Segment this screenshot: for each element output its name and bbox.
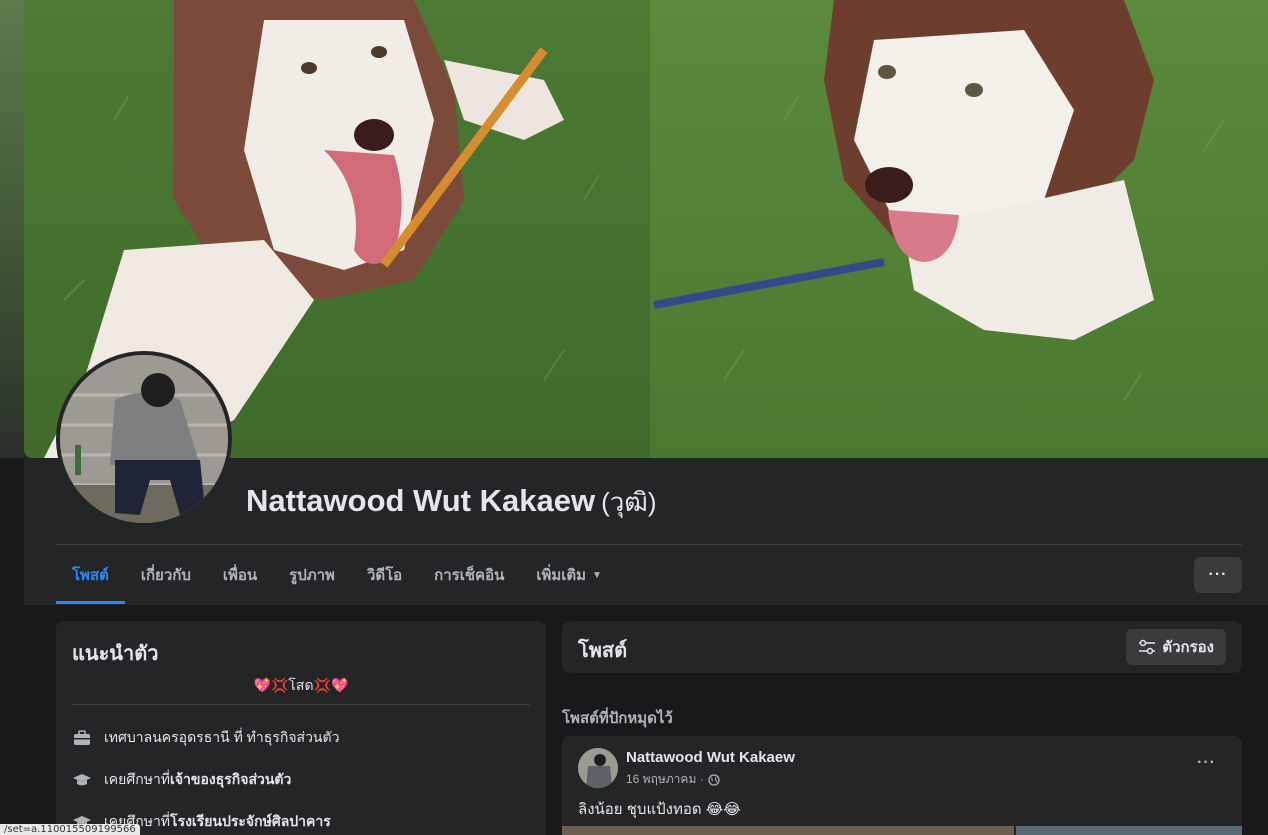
post-text: ลิงน้อย ชุบแป้งทอด 😂😂 [578,801,741,818]
sliders-icon [1138,639,1156,655]
graduation-cap-icon [72,770,92,790]
post-author-avatar[interactable] [578,748,618,788]
tab-posts[interactable]: โพสต์ [56,546,125,604]
filter-label: ตัวกรอง [1162,639,1214,656]
tab-label: เพิ่มเติม [536,567,587,584]
intro-card: แนะนำตัว 💖💢โสด💢💖 เทศบาลนครอุดรธานี ที่ ท… [56,621,546,835]
caret-down-icon: ▼ [592,569,602,581]
profile-avatar[interactable] [56,351,232,527]
tab-label: วิดีโอ [366,567,403,584]
tab-label: การเช็คอิน [434,567,505,584]
profile-more-button[interactable]: ··· [1194,557,1242,593]
post-photo[interactable] [1016,826,1242,835]
tab-label: เกี่ยวกับ [140,567,191,584]
tab-about[interactable]: เกี่ยวกับ [125,546,207,604]
status-bar-url: /set=a.110015509199566 [0,824,140,835]
tab-label: รูปภาพ [289,567,335,584]
tab-checkins[interactable]: การเช็คอิน [418,546,520,604]
tab-label: โพสต์ [72,567,109,584]
post-meta: 16 พฤษภาคม · [626,770,720,789]
post-media[interactable] [562,826,1242,835]
tab-label: เพื่อน [222,567,258,584]
posts-title: โพสต์ [578,640,628,662]
tab-photos[interactable]: รูปภาพ [273,546,351,604]
tab-friends[interactable]: เพื่อน [207,546,273,604]
profile-tabs: โพสต์ เกี่ยวกับ เพื่อน รูปภาพ วิดีโอ การ… [56,546,618,604]
profile-name: Nattawood Wut Kakaew (วุฒิ) [246,482,657,523]
post-author-name[interactable]: Nattawood Wut Kakaew [626,749,795,766]
profile-alt-name: (วุฒิ) [601,487,657,517]
pinned-posts-label: โพสต์ที่ปักหมุดไว้ [562,710,673,727]
intro-item-text: เทศบาลนครอุดรธานี ที่ ทำธุรกิจส่วนตัว [104,729,340,745]
filter-button[interactable]: ตัวกรอง [1126,629,1226,665]
post-date[interactable]: 16 พฤษภาคม · [626,770,704,789]
header-divider [56,544,1242,545]
tab-videos[interactable]: วิดีโอ [351,546,418,604]
more-dots-icon: ··· [1208,566,1228,583]
profile-name-text: Nattawood Wut Kakaew [246,483,596,518]
intro-bio: 💖💢โสด💢💖 [253,677,349,693]
intro-item-link[interactable]: โรงเรียนประจักษ์ศิลปาคาร [170,811,331,833]
avatar-photo [60,355,228,523]
intro-title: แนะนำตัว [72,643,159,665]
tab-more[interactable]: เพิ่มเติม ▼ [520,546,618,604]
intro-divider [72,704,530,705]
intro-work-item: เทศบาลนครอุดรธานี ที่ ทำธุรกิจส่วนตัว [72,727,339,749]
posts-header: โพสต์ ตัวกรอง [562,621,1242,673]
post-options-button[interactable]: ··· [1197,754,1216,772]
intro-item-prefix: เคยศึกษาที่ [104,771,171,787]
left-edge-strip [0,0,24,458]
pinned-post: Nattawood Wut Kakaew 16 พฤษภาคม · ··· ลิ… [562,736,1242,835]
intro-item-link[interactable]: เจ้าของธุรกิจส่วนตัว [170,769,291,791]
briefcase-icon [72,728,92,748]
post-photo[interactable] [562,826,1014,835]
intro-education-item: เคยศึกษาที่ เจ้าของธุรกิจส่วนตัว [72,769,291,791]
globe-icon[interactable] [708,773,720,786]
